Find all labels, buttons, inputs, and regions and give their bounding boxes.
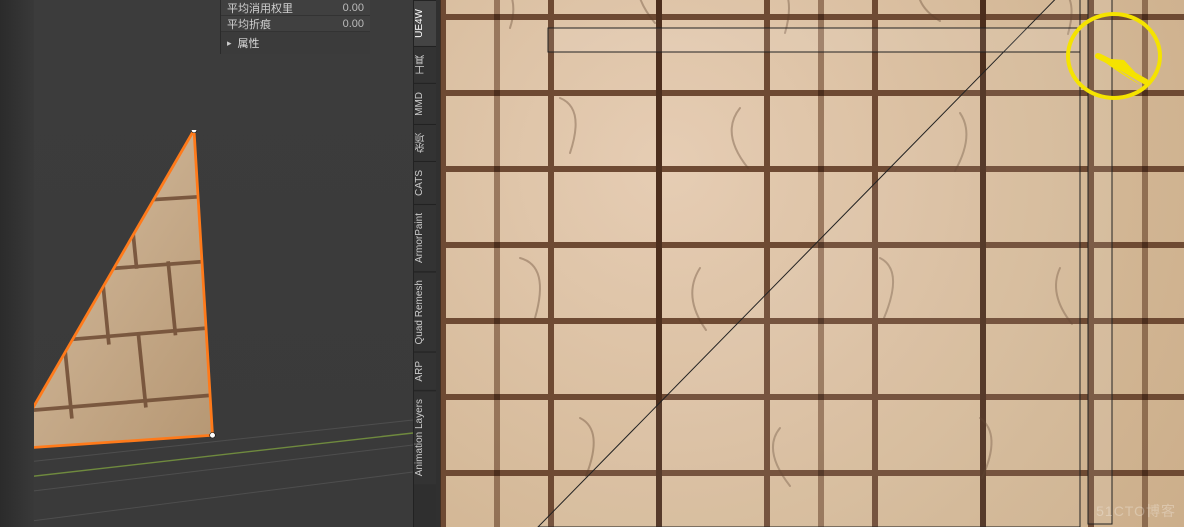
viewport-3d-area: 平均消用权里 0.00 平均折痕 0.00 ▸ 属性 UE4W 工具 MMD 杂… <box>0 0 413 527</box>
app-root: 平均消用权里 0.00 平均折痕 0.00 ▸ 属性 UE4W 工具 MMD 杂… <box>0 0 1184 527</box>
vtab-cats[interactable]: CATS <box>414 161 436 204</box>
section-title: 属性 <box>238 35 260 51</box>
viewport-3d[interactable] <box>0 0 413 527</box>
vtab-tools[interactable]: 工具 <box>414 46 436 83</box>
selected-mesh[interactable] <box>0 130 240 500</box>
property-label: 平均折痕 <box>227 16 343 32</box>
property-label: 平均消用权里 <box>227 0 343 16</box>
vtab-zaxiang[interactable]: 杂项 <box>414 124 436 161</box>
vtab-armorpaint[interactable]: ArmorPaint <box>414 204 436 271</box>
chevron-right-icon: ▸ <box>227 38 232 49</box>
vtab-ue4w[interactable]: UE4W <box>414 0 436 46</box>
property-row[interactable]: 平均折痕 0.00 <box>221 16 370 32</box>
uv-editor[interactable]: 51CTO博客 <box>440 0 1184 527</box>
uv-texture-image <box>440 0 1184 527</box>
properties-section-header[interactable]: ▸ 属性 <box>221 32 370 54</box>
vtab-animation-layers[interactable]: Animation Layers <box>414 390 436 484</box>
left-shade <box>0 0 34 527</box>
uv-layout-overlay <box>440 0 1184 527</box>
property-value: 0.00 <box>343 2 364 14</box>
property-value: 0.00 <box>343 18 364 30</box>
properties-panel: 平均消用权里 0.00 平均折痕 0.00 ▸ 属性 <box>220 0 370 54</box>
vtab-arp[interactable]: ARP <box>414 352 436 390</box>
sidebar-vertical-tabs: UE4W 工具 MMD 杂项 CATS ArmorPaint Quad Reme… <box>413 0 436 527</box>
vtab-mmd[interactable]: MMD <box>414 83 436 124</box>
watermark: 51CTO博客 <box>1096 501 1176 521</box>
vtab-quad-remesh[interactable]: Quad Remesh <box>414 271 436 352</box>
property-row[interactable]: 平均消用权里 0.00 <box>221 0 370 16</box>
